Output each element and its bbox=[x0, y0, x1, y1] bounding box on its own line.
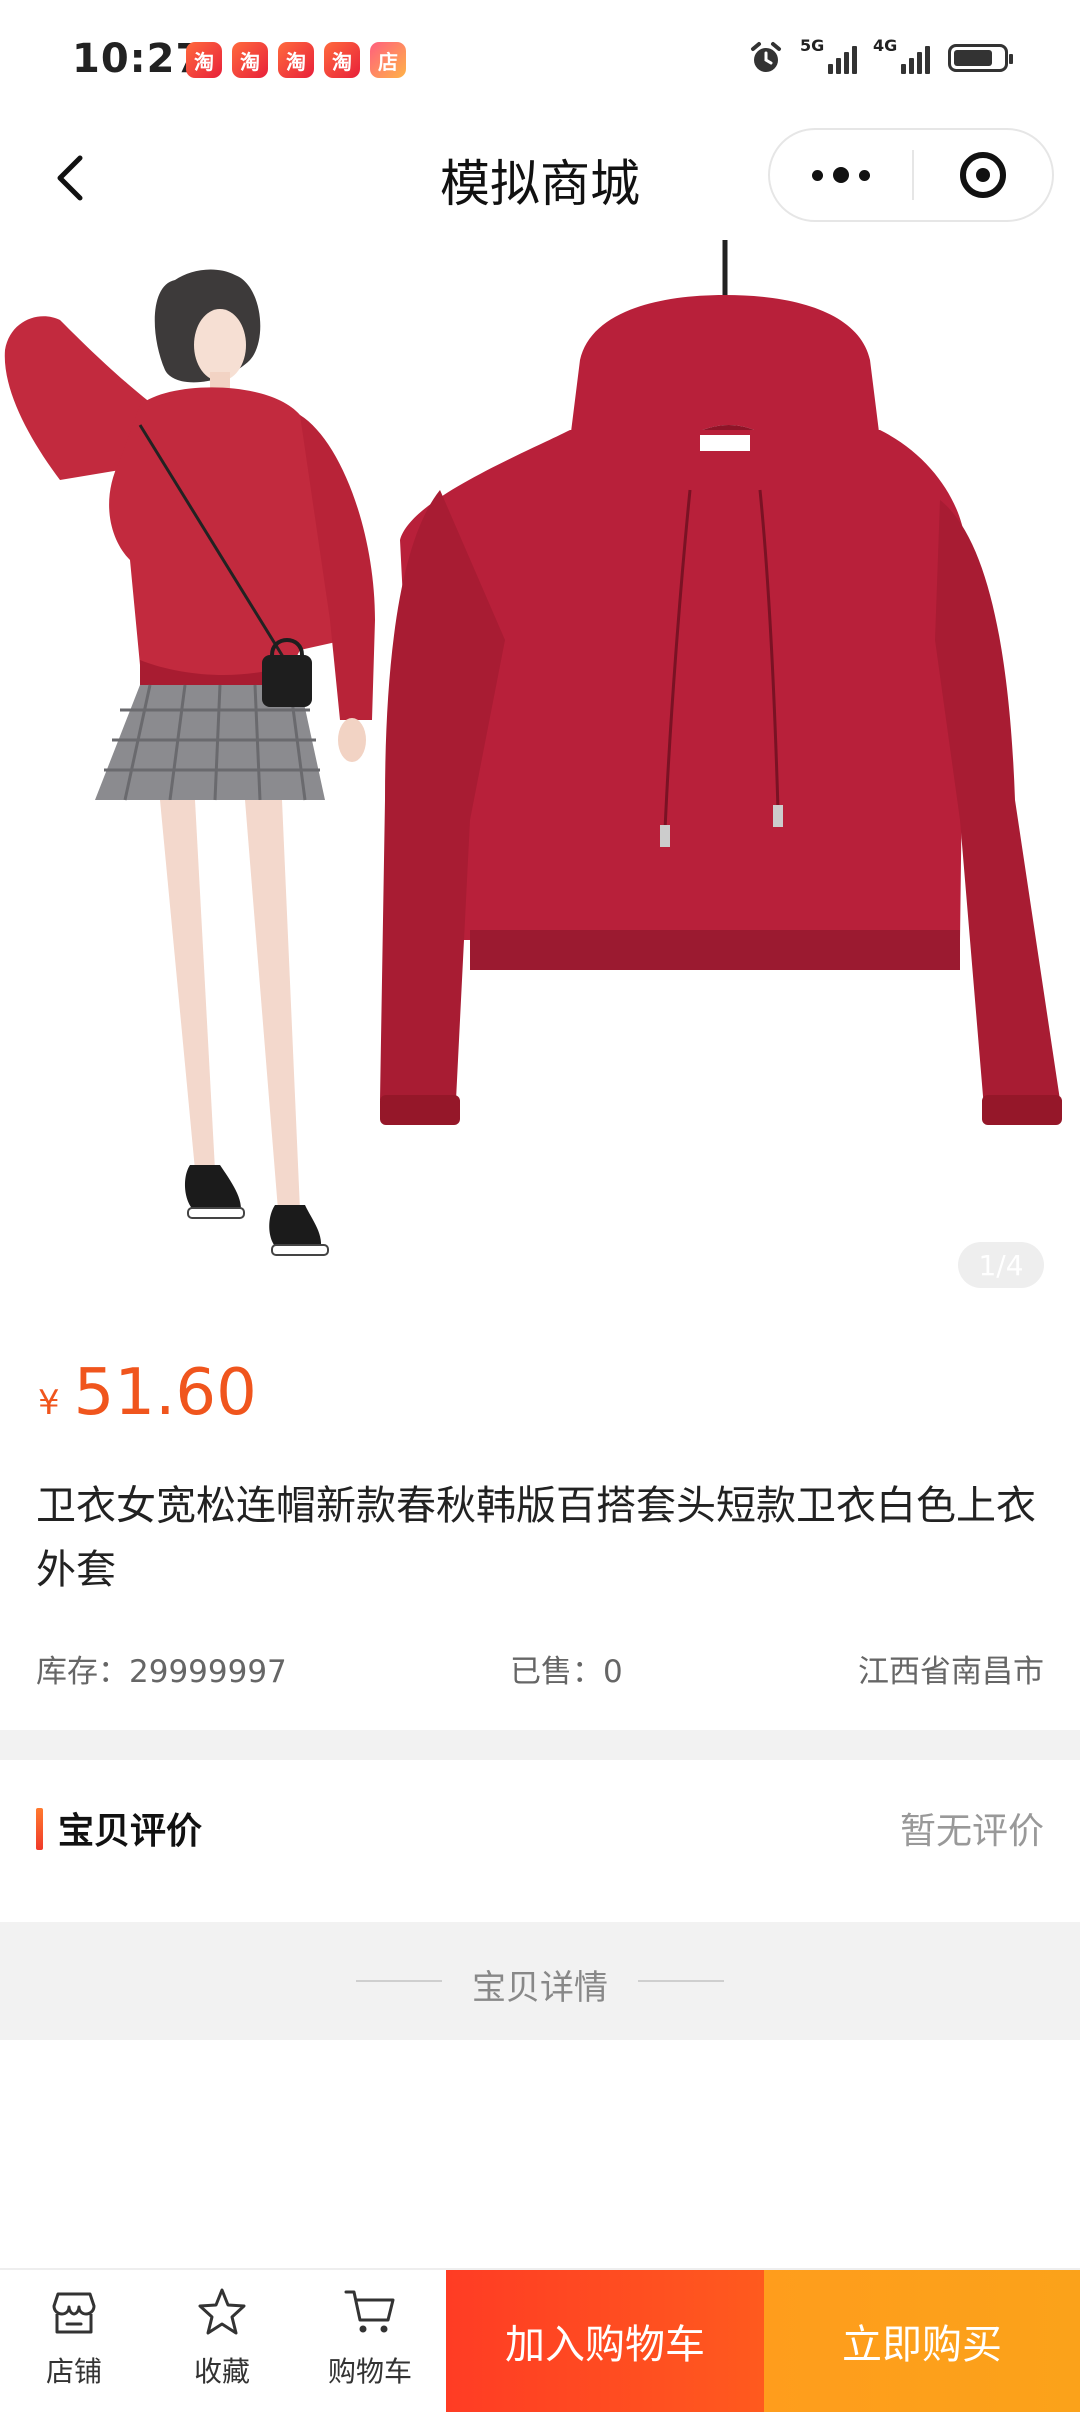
price-value: 51.60 bbox=[73, 1356, 257, 1430]
signal-4g-icon: 4G bbox=[873, 36, 930, 74]
sold-label: 已售： bbox=[510, 1654, 603, 1690]
status-indicators: 5G 4G bbox=[748, 36, 1013, 76]
hoodie-photo bbox=[380, 240, 1062, 1125]
stock-label: 库存： bbox=[36, 1654, 129, 1690]
details-divider-right bbox=[638, 1980, 724, 1982]
cart-icon bbox=[344, 2290, 395, 2333]
shop-label: 店铺 bbox=[45, 2355, 102, 2388]
close-miniprogram-button[interactable] bbox=[914, 152, 1052, 198]
reviews-heading: 宝贝评价 bbox=[58, 1811, 203, 1852]
favorite-tab[interactable]: 收藏 bbox=[162, 2284, 282, 2404]
buy-now-button[interactable]: 立即购买 bbox=[764, 2270, 1080, 2412]
sold-value: 0 bbox=[603, 1654, 623, 1690]
cart-tab[interactable]: 购物车 bbox=[310, 2284, 430, 2404]
section-divider bbox=[0, 1730, 1080, 1760]
stock-info: 库存：29999997 bbox=[36, 1646, 287, 1691]
shop-tab[interactable]: 店铺 bbox=[14, 2284, 134, 2404]
app-icon: 店 bbox=[370, 42, 406, 78]
taobao-icon: 淘 bbox=[232, 42, 268, 78]
target-icon bbox=[960, 152, 1006, 198]
status-time: 10:27 bbox=[72, 36, 205, 82]
signal-5g-icon: 5G bbox=[800, 36, 857, 74]
price: ¥ 51.60 bbox=[38, 1356, 257, 1430]
more-menu-button[interactable] bbox=[770, 130, 912, 220]
taobao-icon: 淘 bbox=[278, 42, 314, 78]
sold-info: 已售：0 bbox=[510, 1646, 623, 1691]
stock-value: 29999997 bbox=[129, 1654, 287, 1690]
taobao-icon: 淘 bbox=[186, 42, 222, 78]
shop-icon bbox=[52, 2292, 96, 2334]
product-image-carousel[interactable] bbox=[0, 240, 1080, 1315]
model-illustration bbox=[4, 269, 375, 1256]
reviews-empty-text[interactable]: 暂无评价 bbox=[900, 1802, 1044, 1854]
product-title: 卫衣女宽松连帽新款春秋韩版百搭套头短款卫衣白色上衣外套 bbox=[36, 1483, 1036, 1593]
review-accent-bar bbox=[36, 1808, 43, 1850]
taobao-icon: 淘 bbox=[324, 42, 360, 78]
miniprogram-capsule bbox=[768, 128, 1054, 222]
add-to-cart-button[interactable]: 加入购物车 bbox=[446, 2270, 764, 2412]
status-app-icons: 淘 淘 淘 淘 店 bbox=[186, 42, 406, 78]
shipping-location: 江西省南昌市 bbox=[858, 1654, 1044, 1690]
alarm-icon bbox=[751, 42, 781, 72]
carousel-page-indicator: 1/4 bbox=[958, 1242, 1044, 1288]
battery-icon bbox=[948, 44, 1013, 72]
favorite-label: 收藏 bbox=[193, 2355, 250, 2388]
currency-symbol: ¥ bbox=[38, 1383, 60, 1423]
details-heading: 宝贝详情 bbox=[472, 1968, 608, 2008]
product-image bbox=[4, 240, 1062, 1256]
cart-label: 购物车 bbox=[327, 2355, 412, 2388]
star-icon bbox=[198, 2288, 246, 2335]
